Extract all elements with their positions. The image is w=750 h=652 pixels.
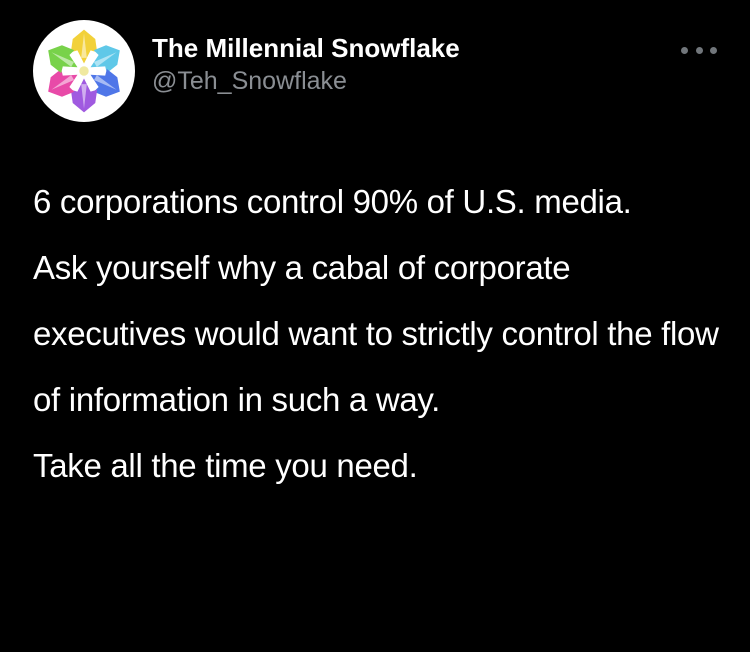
more-horizontal-icon — [695, 46, 703, 54]
tweet-paragraph: Ask yourself why a cabal of corporate ex… — [33, 249, 719, 418]
tweet-paragraph: 6 corporations control 90% of U.S. media… — [33, 183, 632, 220]
author-display-name[interactable]: The Millennial Snowflake — [152, 31, 460, 65]
more-horizontal-icon — [681, 46, 688, 54]
tweet-card: The Millennial Snowflake @Teh_Snowflake … — [0, 0, 750, 652]
tweet-header: The Millennial Snowflake @Teh_Snowflake — [33, 20, 460, 122]
tweet-text: 6 corporations control 90% of U.S. media… — [33, 169, 723, 499]
more-horizontal-icon — [710, 46, 717, 54]
tweet-paragraph: Take all the time you need. — [33, 447, 418, 484]
rainbow-snowflake-icon — [48, 29, 120, 113]
more-options-button[interactable] — [681, 38, 717, 62]
avatar[interactable] — [33, 20, 135, 122]
author-handle[interactable]: @Teh_Snowflake — [152, 65, 460, 97]
author-names: The Millennial Snowflake @Teh_Snowflake — [152, 31, 460, 97]
